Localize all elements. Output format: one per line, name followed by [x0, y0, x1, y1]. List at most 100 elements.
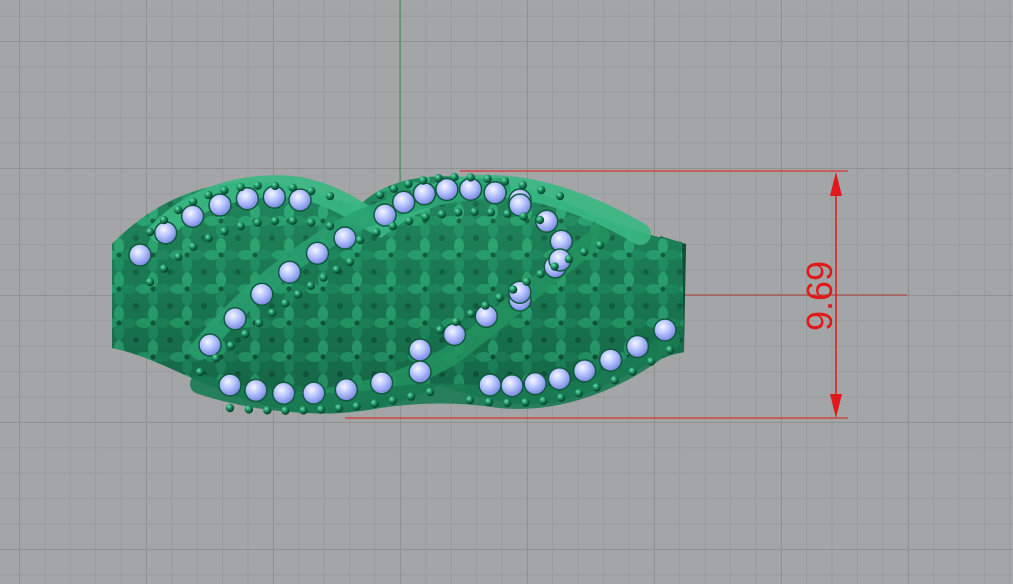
- bead-prong: [486, 208, 496, 217]
- gem-stone: [547, 366, 572, 391]
- front-viewport[interactable]: 9.69: [0, 0, 1013, 584]
- bead-prong: [174, 205, 183, 215]
- bead-prong: [316, 405, 326, 414]
- bead-prong: [665, 345, 675, 355]
- bead-prong: [281, 299, 290, 308]
- bead-prong: [352, 402, 361, 411]
- bead-prong: [236, 221, 245, 231]
- gem-stone: [572, 359, 597, 383]
- bead-prong: [484, 397, 494, 407]
- gem-stone: [250, 282, 274, 306]
- bead-prong: [404, 216, 414, 226]
- bead-prong: [372, 228, 381, 237]
- gem-stone: [180, 204, 205, 229]
- bead-prong: [389, 184, 399, 193]
- bead-prong: [500, 177, 510, 186]
- bead-prong: [503, 209, 512, 218]
- gem-stone: [198, 333, 222, 357]
- bead-prong: [451, 317, 461, 326]
- bead-prong: [595, 240, 605, 250]
- gem-stone: [523, 371, 547, 396]
- gem-stone: [305, 241, 330, 266]
- bead-prong: [375, 190, 385, 200]
- bead-prong: [220, 227, 229, 236]
- bead-prong: [288, 216, 297, 225]
- bead-prong: [244, 405, 254, 414]
- bead-prong: [270, 181, 280, 191]
- gem-stone: [408, 360, 432, 384]
- bead-prong: [425, 387, 435, 397]
- bead-prong: [174, 252, 183, 261]
- gem-stone: [333, 226, 357, 250]
- bead-prong: [211, 354, 221, 363]
- bead-prong: [370, 399, 379, 408]
- bead-prong: [418, 176, 428, 185]
- gem-stone: [412, 182, 437, 206]
- bead-prong: [503, 398, 512, 408]
- bead-prong: [465, 395, 475, 405]
- gem-stone: [153, 221, 178, 245]
- gem-stone: [625, 334, 650, 359]
- gem-stone: [442, 322, 467, 347]
- bead-prong: [307, 218, 316, 227]
- bead-prong: [293, 290, 303, 299]
- bead-prong: [332, 265, 341, 274]
- bead-prong: [159, 264, 169, 273]
- bead-prong: [537, 185, 546, 195]
- viewport-scene: 9.69: [100, 0, 907, 430]
- bead-prong: [555, 191, 565, 201]
- bead-prong: [421, 212, 430, 222]
- gem-stone: [277, 260, 302, 284]
- bead-prong: [495, 293, 504, 302]
- gem-stone: [244, 378, 268, 403]
- bead-prong: [225, 403, 235, 413]
- bead-prong: [236, 182, 245, 192]
- bead-prong: [470, 207, 479, 216]
- dimension-value: 9.69: [799, 261, 840, 331]
- bead-prong: [319, 273, 328, 282]
- bead-prong: [434, 174, 443, 183]
- gem-stone: [369, 371, 394, 395]
- bead-prong: [220, 186, 229, 195]
- gem-stone: [408, 338, 432, 362]
- bead-prong: [270, 216, 280, 226]
- bead-prong: [579, 247, 589, 257]
- bead-prong: [483, 174, 492, 183]
- bead-prong: [145, 277, 155, 287]
- bead-prong: [188, 197, 198, 206]
- gem-stone: [391, 190, 416, 214]
- bead-prong: [159, 215, 169, 225]
- bead-prong: [345, 257, 355, 267]
- bead-prong: [388, 221, 397, 231]
- ring-model[interactable]: [100, 160, 700, 430]
- bead-prong: [518, 180, 527, 190]
- bead-prong: [610, 376, 619, 385]
- bead-prong: [550, 262, 559, 271]
- bead-prong: [536, 269, 545, 279]
- bead-prong: [307, 186, 316, 196]
- bead-prong: [306, 281, 315, 290]
- bead-prong: [268, 308, 277, 317]
- bead-prong: [288, 183, 297, 192]
- bead-prong: [435, 325, 445, 335]
- bead-prong: [522, 277, 531, 286]
- bead-prong: [325, 221, 335, 231]
- bead-prong: [226, 341, 236, 350]
- gem-stone: [223, 306, 247, 331]
- bead-prong: [519, 212, 528, 221]
- bead-prong: [535, 215, 545, 225]
- bead-prong: [204, 234, 213, 243]
- gem-stone: [483, 181, 507, 205]
- bead-prong: [253, 181, 262, 190]
- bead-prong: [263, 406, 272, 415]
- bead-prong: [574, 389, 584, 398]
- bead-prong: [195, 367, 205, 377]
- bead-prong: [628, 367, 637, 376]
- bead-prong: [466, 309, 476, 318]
- gem-stone: [302, 381, 326, 405]
- bead-prong: [253, 218, 262, 227]
- bead-prong: [204, 190, 213, 200]
- bead-prong: [521, 398, 530, 407]
- gem-stone: [508, 193, 532, 217]
- gem-stone: [500, 373, 524, 398]
